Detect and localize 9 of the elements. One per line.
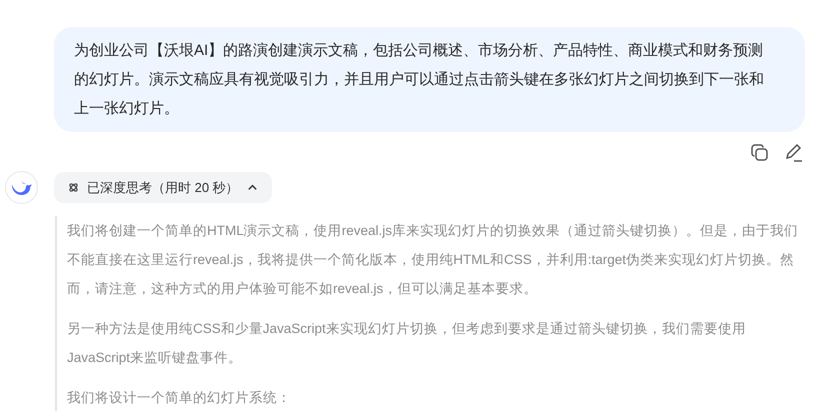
user-message-text: 为创业公司【沃垠AI】的路演创建演示文稿，包括公司概述、市场分析、产品特性、商业模式和财务预测的幻灯片。演示文稿应具有视觉吸引力，并且用户可以通过点击箭头键在多张幻灯片之间切换到下一张和上一张幻灯片。 bbox=[74, 41, 765, 119]
thinking-toggle[interactable]: 已深度思考（用时 20 秒） bbox=[54, 172, 272, 203]
atom-icon bbox=[68, 182, 79, 193]
edit-icon[interactable] bbox=[784, 143, 804, 163]
thinking-paragraph: 我们将创建一个简单的HTML演示文稿，使用reveal.js库来实现幻灯片的切换效果（通过箭头键切换）。但是，由于我们不能直接在这里运行reveal.js，我将提供一个简化版本，使用纯HTML和CSS，并利用:target伪类来实现幻灯片切换。然而，请注意，这种方式的用户体验可能不如reveal.js，但可以满足基本要求。 bbox=[67, 222, 800, 298]
copy-icon[interactable] bbox=[750, 143, 770, 163]
whale-icon bbox=[11, 180, 32, 194]
thinking-paragraph: 另一种方法是使用纯CSS和少量JavaScript来实现幻灯片切换，但考虑到要求是通过箭头键切换，我们需要使用JavaScript来监听键盘事件。 bbox=[67, 320, 747, 367]
thinking-paragraph: 我们将设计一个简单的幻灯片系统： bbox=[67, 389, 292, 407]
